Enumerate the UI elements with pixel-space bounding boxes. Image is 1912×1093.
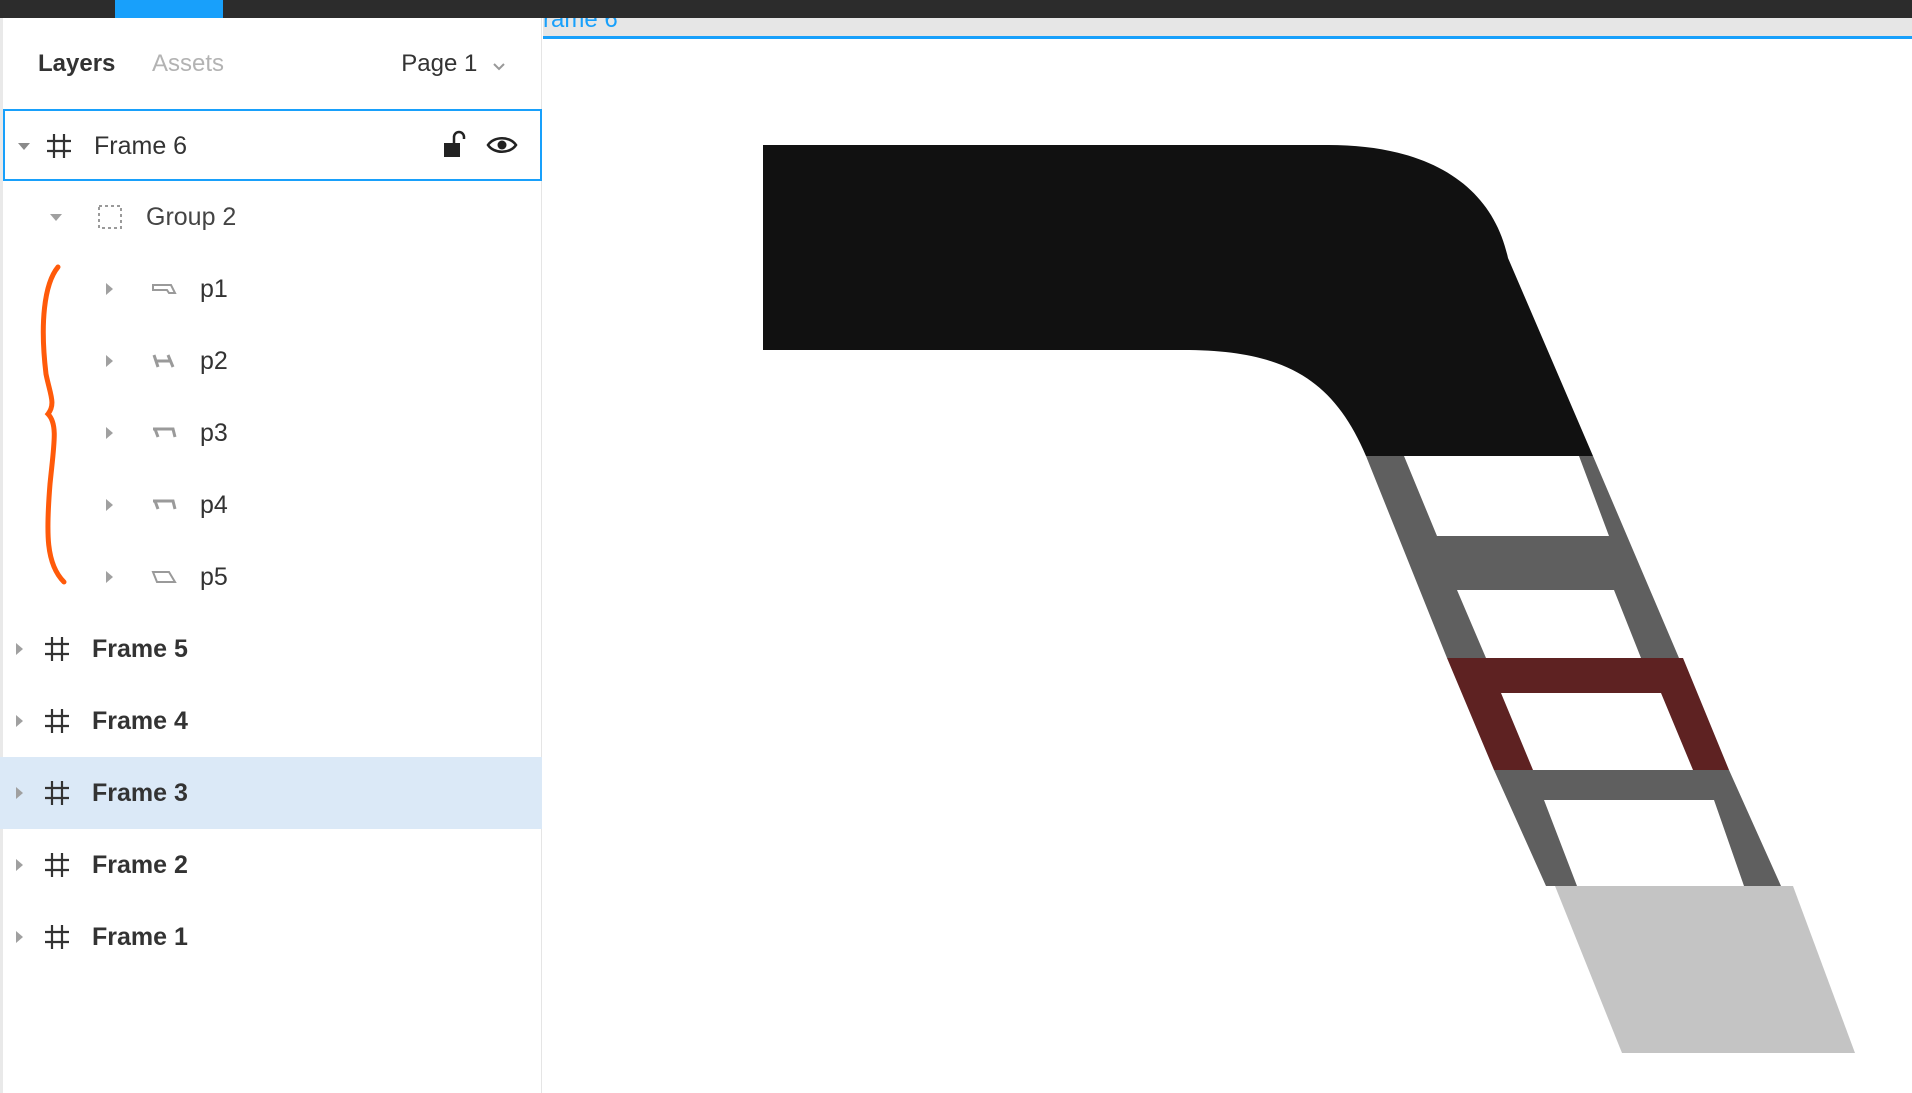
layer-row-p3[interactable]: p3 <box>0 397 542 469</box>
vector-shape-icon <box>151 497 177 513</box>
layer-row-frame-3[interactable]: Frame 3 <box>0 757 542 829</box>
layer-name: p3 <box>200 419 228 447</box>
design-canvas[interactable]: rame 6 <box>543 18 1912 1093</box>
vector-shape-icon <box>151 353 177 369</box>
eye-icon[interactable] <box>486 134 518 156</box>
vector-p3[interactable] <box>1447 658 1729 770</box>
parallelogram-shape-icon <box>151 569 177 585</box>
caret-right-icon[interactable] <box>102 426 116 440</box>
layer-name: Frame 3 <box>92 779 188 807</box>
caret-right-icon[interactable] <box>12 858 26 872</box>
caret-right-icon[interactable] <box>12 714 26 728</box>
layer-row-p5[interactable]: p5 <box>0 541 542 613</box>
layer-row-p1[interactable]: p1 <box>0 253 542 325</box>
frame-icon <box>43 851 71 879</box>
frame-icon <box>43 779 71 807</box>
caret-right-icon[interactable] <box>102 570 116 584</box>
vector-p1[interactable] <box>763 145 1593 456</box>
caret-down-icon[interactable] <box>17 139 31 153</box>
unlock-icon[interactable] <box>442 130 468 160</box>
annotation-brace <box>40 264 67 585</box>
layer-row-p2[interactable]: p2 <box>0 325 542 397</box>
top-toolbar <box>0 0 1912 18</box>
chevron-down-icon <box>492 51 506 79</box>
caret-right-icon[interactable] <box>12 786 26 800</box>
frame-icon <box>43 707 71 735</box>
caret-right-icon[interactable] <box>102 498 116 512</box>
layer-row-frame-6[interactable]: Frame 6 <box>3 109 542 181</box>
frame-icon <box>45 132 73 160</box>
frame-icon <box>43 923 71 951</box>
layer-name: Frame 4 <box>92 707 188 735</box>
caret-right-icon[interactable] <box>102 354 116 368</box>
vector-p4[interactable] <box>1494 770 1781 886</box>
frame-icon <box>43 635 71 663</box>
tab-assets[interactable]: Assets <box>152 50 224 78</box>
caret-right-icon[interactable] <box>12 930 26 944</box>
layer-name: Frame 5 <box>92 635 188 663</box>
page-selector-label: Page 1 <box>401 50 478 77</box>
caret-right-icon[interactable] <box>102 282 116 296</box>
layer-name: Frame 1 <box>92 923 188 951</box>
caret-down-icon[interactable] <box>49 210 63 224</box>
page-selector[interactable]: Page 1 <box>401 50 506 79</box>
vector-p2[interactable] <box>1366 456 1679 658</box>
group-icon <box>96 203 124 231</box>
vector-p5[interactable] <box>1555 886 1855 1053</box>
layer-name: p1 <box>200 275 228 303</box>
frame-artwork[interactable] <box>543 18 1912 1093</box>
vector-shape-icon <box>151 281 177 297</box>
layer-name: p5 <box>200 563 228 591</box>
layers-panel: Layers Assets Page 1 Frame 6 Group 2 p1 … <box>0 18 542 1093</box>
vector-shape-icon <box>151 425 177 441</box>
layer-row-frame-2[interactable]: Frame 2 <box>0 829 542 901</box>
tab-layers[interactable]: Layers <box>38 50 115 78</box>
layer-row-p4[interactable]: p4 <box>0 469 542 541</box>
layer-row-frame-1[interactable]: Frame 1 <box>0 901 542 973</box>
layer-row-frame-5[interactable]: Frame 5 <box>0 613 542 685</box>
panel-tabs: Layers Assets Page 1 <box>0 18 542 110</box>
layer-name: p2 <box>200 347 228 375</box>
layer-row-frame-4[interactable]: Frame 4 <box>0 685 542 757</box>
active-file-tab[interactable] <box>115 0 223 18</box>
caret-right-icon[interactable] <box>12 642 26 656</box>
layer-name: Frame 2 <box>92 851 188 879</box>
layer-row-group-2[interactable]: Group 2 <box>0 181 542 253</box>
layer-name: Group 2 <box>146 203 237 231</box>
layer-name: p4 <box>200 491 228 519</box>
layer-name: Frame 6 <box>94 132 188 160</box>
